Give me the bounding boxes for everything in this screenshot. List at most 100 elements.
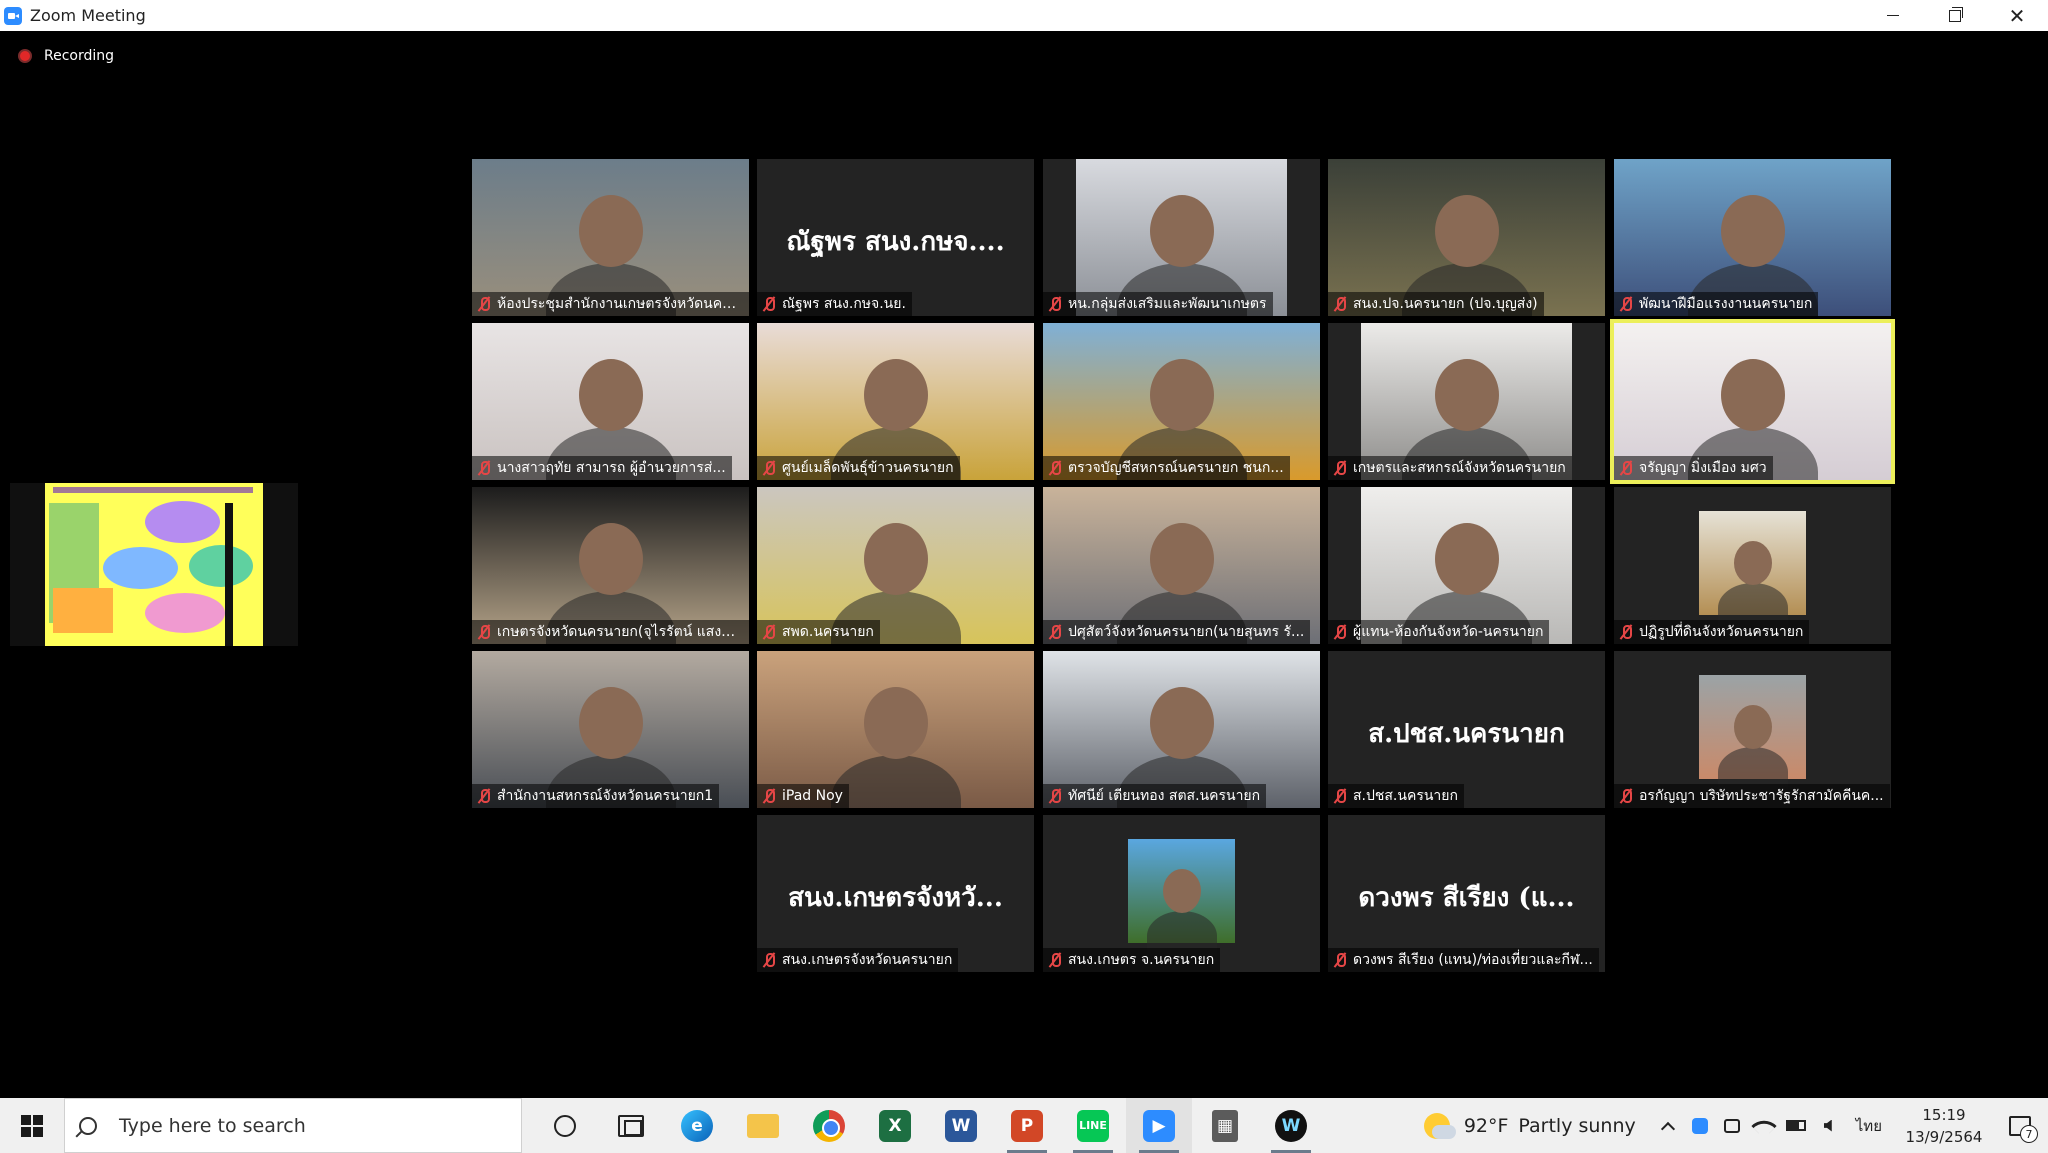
zoom-app-icon [4, 6, 22, 25]
mic-muted-icon [1332, 952, 1348, 968]
weather-temp: 92°F [1463, 1114, 1509, 1137]
participant-video [1699, 511, 1806, 633]
minimize-button[interactable] [1862, 0, 1924, 31]
participant-name: เกษตรและสหกรณ์จังหวัดนครนายก [1353, 460, 1566, 476]
taskbar-powerpoint-button[interactable]: P [994, 1098, 1060, 1153]
participant-tile[interactable]: ตรวจบัญชีสหกรณ์นครนายก ชนก... [1043, 323, 1320, 480]
shared-slide [45, 483, 263, 646]
taskbar-search-box[interactable]: Type here to search [64, 1098, 522, 1153]
taskbar-word-button[interactable]: W [928, 1098, 994, 1153]
taskbar-calculator-button[interactable]: ▦ [1192, 1098, 1258, 1153]
recording-indicator[interactable]: Recording [18, 48, 114, 64]
taskbar-task-view-button[interactable] [598, 1098, 664, 1153]
restore-icon [1949, 6, 1963, 22]
participant-label: สนง.เกษตร จ.นครนายก [1043, 948, 1221, 972]
taskbar-zoom-button[interactable]: ▶ [1126, 1098, 1192, 1153]
clock[interactable]: 15:19 13/9/2564 [1896, 1104, 1992, 1148]
mic-muted-icon [761, 296, 777, 312]
participant-tile[interactable]: ส.ปชส.นครนายก ส.ปชส.นครนายก [1328, 651, 1605, 808]
restore-button[interactable] [1924, 0, 1986, 31]
participant-tile[interactable]: สนง.เกษตร จ.นครนายก [1043, 815, 1320, 972]
search-placeholder: Type here to search [119, 1114, 306, 1137]
taskbar-line-button[interactable]: LINE [1060, 1098, 1126, 1153]
battery-icon [1785, 1120, 1806, 1131]
show-hidden-icons-button[interactable] [1652, 1098, 1684, 1153]
mic-muted-icon [1332, 624, 1348, 640]
close-button[interactable]: ✕ [1986, 0, 2048, 31]
participant-name: หน.กลุ่มส่งเสริมและพัฒนาเกษตร [1068, 296, 1267, 312]
excel-icon: X [879, 1109, 911, 1142]
participant-name: ปศุสัตว์จังหวัดนครนายก(นายสุนทร รั... [1068, 624, 1305, 640]
battery-button[interactable] [1780, 1098, 1812, 1153]
participant-tile[interactable]: หน.กลุ่มส่งเสริมและพัฒนาเกษตร [1043, 159, 1320, 316]
participant-label: สนง.เกษตรจังหวัดนครนายก [757, 948, 959, 972]
zoom-icon: ▶ [1143, 1109, 1175, 1142]
participant-tile[interactable]: ดวงพร สีเรียง (แ... ดวงพร สีเรียง (แทน)/ท… [1328, 815, 1605, 972]
participant-tile[interactable]: เกษตรจังหวัดนครนายก(จุไรรัตน์ แสงสวัส... [472, 487, 749, 644]
close-icon: ✕ [2008, 3, 2026, 28]
participant-tile[interactable]: ศูนย์เมล็ดพันธุ์ข้าวนครนายก [757, 323, 1034, 480]
chrome-icon [813, 1109, 845, 1142]
participant-tile[interactable]: ทัศนีย์ เตียนทอง สตส.นครนายก [1043, 651, 1320, 808]
zoom-tray-button[interactable] [1684, 1098, 1716, 1153]
mic-muted-icon [1618, 788, 1634, 804]
taskbar-webex-button[interactable]: W [1258, 1098, 1324, 1153]
participant-body [830, 755, 961, 808]
participant-tile[interactable]: สนง.ปจ.นครนายก (ปจ.บุญส่ง) [1328, 159, 1605, 316]
mic-muted-icon [1047, 952, 1063, 968]
edge-icon: e [681, 1109, 713, 1142]
taskbar-edge-button[interactable]: e [664, 1098, 730, 1153]
start-button[interactable] [0, 1098, 64, 1153]
participant-tile[interactable]: สนง.เกษตรจังหวั... สนง.เกษตรจังหวัดนครนาย… [757, 815, 1034, 972]
participant-label: สพด.นครนายก [757, 620, 880, 644]
participant-figure [1434, 523, 1499, 595]
weather-widget[interactable]: 92°F Partly sunny [1423, 1112, 1636, 1139]
meet-now-icon [1723, 1118, 1740, 1133]
participant-tile[interactable]: iPad Noy [757, 651, 1034, 808]
participant-figure [1149, 195, 1214, 267]
participant-tile[interactable]: ปศุสัตว์จังหวัดนครนายก(นายสุนทร รั... [1043, 487, 1320, 644]
participant-tile[interactable]: สำนักงานสหกรณ์จังหวัดนครนายก1 [472, 651, 749, 808]
participant-label: ศูนย์เมล็ดพันธุ์ข้าวนครนายก [757, 456, 960, 480]
participant-name: iPad Noy [782, 788, 843, 804]
participant-figure [1434, 195, 1499, 267]
taskbar-excel-button[interactable]: X [862, 1098, 928, 1153]
participant-tile[interactable]: เกษตรและสหกรณ์จังหวัดนครนายก [1328, 323, 1605, 480]
mic-muted-icon [1047, 788, 1063, 804]
participant-tile[interactable]: นางสาวฤทัย สามารถ ผู้อำนวยการส่... [472, 323, 749, 480]
participant-name: เกษตรจังหวัดนครนายก(จุไรรัตน์ แสงสวัส... [497, 624, 743, 640]
participant-label: สำนักงานสหกรณ์จังหวัดนครนายก1 [472, 784, 720, 808]
mic-muted-icon [761, 624, 777, 640]
taskbar-file-explorer-button[interactable] [730, 1098, 796, 1153]
meet-now-button[interactable] [1716, 1098, 1748, 1153]
mic-muted-icon [761, 460, 777, 476]
action-center-button[interactable]: 7 [1992, 1098, 2048, 1153]
participant-tile[interactable]: พัฒนาฝีมือแรงงานนครนายก [1614, 159, 1891, 316]
mic-muted-icon [1332, 788, 1348, 804]
participant-name: ห้องประชุมสำนักงานเกษตรจังหวัดนครนา... [497, 296, 743, 312]
network-button[interactable] [1748, 1098, 1780, 1153]
participant-figure [578, 195, 643, 267]
participant-name: ปฏิรูปที่ดินจังหวัดนครนายก [1639, 624, 1804, 640]
volume-button[interactable] [1812, 1098, 1844, 1153]
participant-name: จรัญญา มิ่งเมือง มศว [1639, 460, 1767, 476]
participant-tile[interactable]: ห้องประชุมสำนักงานเกษตรจังหวัดนครนา... [472, 159, 749, 316]
participant-tile[interactable]: ปฏิรูปที่ดินจังหวัดนครนายก [1614, 487, 1891, 644]
participant-name: อรกัญญา บริษัทประชารัฐรักสามัคคีนค... [1639, 788, 1884, 804]
input-language[interactable]: ไทย [1856, 1114, 1882, 1138]
taskbar-cortana-button[interactable] [532, 1098, 598, 1153]
shared-screen-thumbnail[interactable] [10, 483, 298, 646]
participant-display-name: ณัฐพร สนง.กษจ.... [786, 227, 1005, 257]
participant-figure [578, 359, 643, 431]
participant-tile[interactable]: อรกัญญา บริษัทประชารัฐรักสามัคคีนค... [1614, 651, 1891, 808]
participant-tile[interactable]: จรัญญา มิ่งเมือง มศว [1610, 319, 1895, 484]
participant-label: ณัฐพร สนง.กษจ.นย. [757, 292, 912, 316]
participant-label: ปฏิรูปที่ดินจังหวัดนครนายก [1614, 620, 1810, 644]
participant-tile[interactable]: ผู้แทน-ห้องกันจังหวัด-นครนายก [1328, 487, 1605, 644]
participant-tile[interactable]: สพด.นครนายก [757, 487, 1034, 644]
mic-muted-icon [1618, 624, 1634, 640]
participant-figure [863, 523, 928, 595]
search-icon [79, 1116, 97, 1135]
taskbar-chrome-button[interactable] [796, 1098, 862, 1153]
participant-tile[interactable]: ณัฐพร สนง.กษจ.... ณัฐพร สนง.กษจ.นย. [757, 159, 1034, 316]
